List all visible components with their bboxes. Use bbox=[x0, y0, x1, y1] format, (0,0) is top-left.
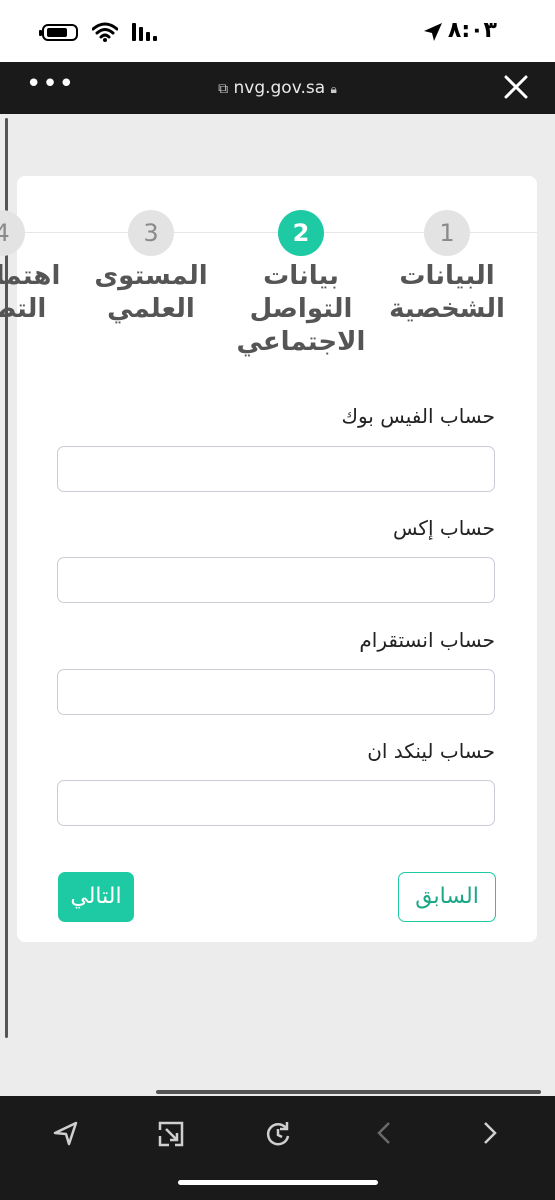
chevron-right-icon[interactable] bbox=[479, 1120, 501, 1146]
chevron-left-icon[interactable] bbox=[373, 1120, 395, 1146]
facebook-input[interactable] bbox=[57, 446, 495, 492]
refresh-icon[interactable] bbox=[264, 1120, 292, 1148]
page-copy-icon: ⧉ bbox=[218, 81, 229, 97]
step-education[interactable]: 3 المستوى العلمي bbox=[76, 210, 226, 326]
location-arrow-icon bbox=[424, 23, 442, 41]
web-page: 1 البيانات الشخصية 2 بيانات التواصل الاج… bbox=[0, 114, 555, 1096]
next-button[interactable]: التالي bbox=[58, 872, 134, 922]
step-interests[interactable]: 4 اهتمامات التطوع bbox=[0, 210, 77, 326]
step-number: 3 bbox=[128, 210, 174, 256]
step-label: بيانات التواصل الاجتماعي bbox=[236, 261, 366, 357]
step-label: المستوى العلمي bbox=[94, 261, 208, 324]
status-icons bbox=[39, 22, 158, 42]
browser-bar: ••• ⧉ nvg.gov.sa 🔒︎ bbox=[0, 62, 555, 114]
status-time: ٨:٠٣ bbox=[447, 18, 497, 43]
url-display[interactable]: ⧉ nvg.gov.sa 🔒︎ bbox=[0, 78, 555, 98]
facebook-label: حساب الفيس بوك bbox=[341, 404, 495, 428]
wifi-icon bbox=[92, 22, 118, 42]
step-personal[interactable]: 1 البيانات الشخصية bbox=[372, 210, 522, 326]
back-triangle-icon[interactable] bbox=[52, 1120, 78, 1146]
close-icon[interactable] bbox=[503, 74, 529, 100]
previous-button[interactable]: السابق bbox=[398, 872, 496, 922]
home-indicator[interactable] bbox=[178, 1180, 378, 1185]
battery-icon bbox=[39, 23, 78, 41]
x-label: حساب إكس bbox=[392, 516, 495, 540]
step-label: اهتمامات التطوع bbox=[0, 261, 61, 324]
linkedin-input[interactable] bbox=[57, 780, 495, 826]
instagram-input[interactable] bbox=[57, 669, 495, 715]
linkedin-label: حساب لينكد ان bbox=[367, 739, 495, 763]
signal-icon bbox=[132, 23, 157, 41]
step-number: 1 bbox=[424, 210, 470, 256]
resize-icon[interactable] bbox=[157, 1120, 185, 1148]
horizontal-scrollbar[interactable] bbox=[156, 1090, 541, 1094]
form-card: 1 البيانات الشخصية 2 بيانات التواصل الاج… bbox=[0, 176, 537, 942]
url-text: nvg.gov.sa bbox=[233, 78, 326, 98]
step-social[interactable]: 2 بيانات التواصل الاجتماعي bbox=[226, 210, 376, 359]
step-number: 2 bbox=[278, 210, 324, 256]
status-bar: ٨:٠٣ bbox=[0, 0, 555, 62]
browser-toolbar bbox=[0, 1096, 555, 1200]
instagram-label: حساب انستقرام bbox=[359, 628, 495, 652]
lock-icon: 🔒︎ bbox=[330, 82, 337, 96]
x-input[interactable] bbox=[57, 557, 495, 603]
step-label: البيانات الشخصية bbox=[389, 261, 505, 324]
step-number: 4 bbox=[0, 210, 25, 256]
